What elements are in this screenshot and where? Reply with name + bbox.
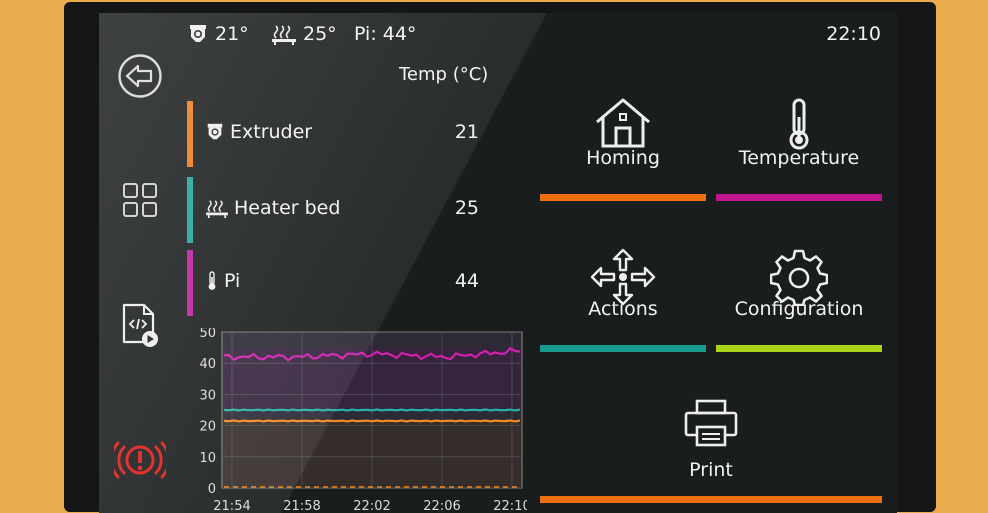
extruder-status: 21°	[187, 23, 249, 45]
chart-ytick-label: 50	[199, 328, 216, 341]
configuration-button[interactable]: Configuration	[716, 232, 882, 352]
chart-series-extruder	[223, 419, 521, 423]
heater-bed-color-bar	[187, 177, 193, 243]
configuration-underline	[716, 345, 882, 352]
chart-ytick-label: 10	[199, 451, 216, 466]
actions-underline	[540, 345, 706, 352]
klipper-screen: 21° 25° Pi: 44° 22:10 Temp (°C) Extruder…	[99, 13, 897, 513]
print-button[interactable]: Print	[540, 383, 882, 513]
temp-row-pi[interactable]: Pi 44	[187, 250, 507, 316]
heater-bed-label: Heater bed	[234, 197, 341, 219]
print-files-button[interactable]	[117, 302, 163, 348]
chart-ytick-label: 40	[199, 357, 216, 372]
pi-temp-value: 44	[454, 270, 479, 292]
extruder-status-temp: 21°	[215, 23, 249, 45]
temp-row-label: Pi	[205, 270, 240, 292]
actions-label: Actions	[588, 298, 658, 320]
heater-bed-icon	[206, 200, 228, 218]
extruder-icon	[207, 123, 223, 140]
extruder-color-bar	[187, 101, 193, 167]
home-icon	[596, 98, 650, 148]
temperature-underline	[716, 194, 882, 201]
temperature-label: Temperature	[738, 147, 860, 169]
menu-grid-button[interactable]	[117, 177, 163, 223]
extruder-temp-value: 21	[454, 121, 479, 143]
thermometer-icon	[789, 98, 809, 150]
temp-row-extruder[interactable]: Extruder 21	[187, 101, 507, 167]
temp-row-label: Heater bed	[205, 197, 340, 219]
back-button[interactable]	[117, 53, 163, 99]
back-arrow-icon	[118, 54, 162, 98]
bed-status: 25°	[271, 23, 337, 45]
chart-series-heater-bed	[223, 408, 521, 412]
clock: 22:10	[826, 23, 881, 45]
configuration-label: Configuration	[734, 298, 864, 320]
chart-xtick-label: 22:06	[423, 499, 460, 513]
extruder-icon	[190, 25, 206, 42]
temps-header: Temp (°C)	[399, 64, 489, 85]
print-underline	[540, 496, 882, 503]
homing-button[interactable]: Homing	[540, 81, 706, 201]
emergency-stop-icon	[114, 441, 166, 479]
emergency-stop-button[interactable]	[113, 437, 167, 483]
heater-bed-temp-value: 25	[454, 197, 479, 219]
homing-label: Homing	[586, 147, 660, 169]
status-bar: 21° 25° Pi: 44° 22:10	[99, 13, 897, 57]
chart-ytick-label: 20	[199, 420, 216, 435]
temperature-graph: 0 10 20 30 40 50 21:54 21:58 22:02 22:06 22:10	[187, 326, 530, 513]
pi-label: Pi	[224, 270, 241, 292]
temperature-button[interactable]: Temperature	[716, 81, 882, 201]
chart-ytick-label: 0	[208, 482, 216, 497]
heater-bed-icon	[272, 25, 296, 45]
chart-xtick-label: 22:02	[353, 499, 390, 513]
bed-status-temp: 25°	[303, 23, 337, 45]
file-code-play-icon	[122, 303, 158, 347]
temperature-graph-svg: 0 10 20 30 40 50 21:54 21:58 22:02 22:06 22:10	[199, 326, 530, 513]
thermometer-icon	[208, 271, 216, 290]
grid-menu-icon	[123, 183, 157, 217]
print-label: Print	[689, 459, 733, 481]
pi-status-temp: Pi: 44°	[354, 23, 417, 45]
side-nav	[99, 53, 181, 513]
actions-button[interactable]: Actions	[540, 232, 706, 352]
temp-row-heater-bed[interactable]: Heater bed 25	[187, 177, 507, 243]
temp-row-label: Extruder	[205, 121, 312, 143]
extruder-label: Extruder	[230, 121, 313, 143]
pi-color-bar	[187, 250, 193, 316]
printer-icon	[684, 399, 738, 447]
chart-xtick-label: 21:58	[283, 499, 320, 513]
chart-ytick-label: 30	[199, 388, 216, 403]
pi-status: Pi: 44°	[354, 23, 416, 45]
chart-xtick-label: 22:10	[493, 499, 527, 513]
chart-xtick-label: 21:54	[213, 499, 250, 513]
homing-underline	[540, 194, 706, 201]
